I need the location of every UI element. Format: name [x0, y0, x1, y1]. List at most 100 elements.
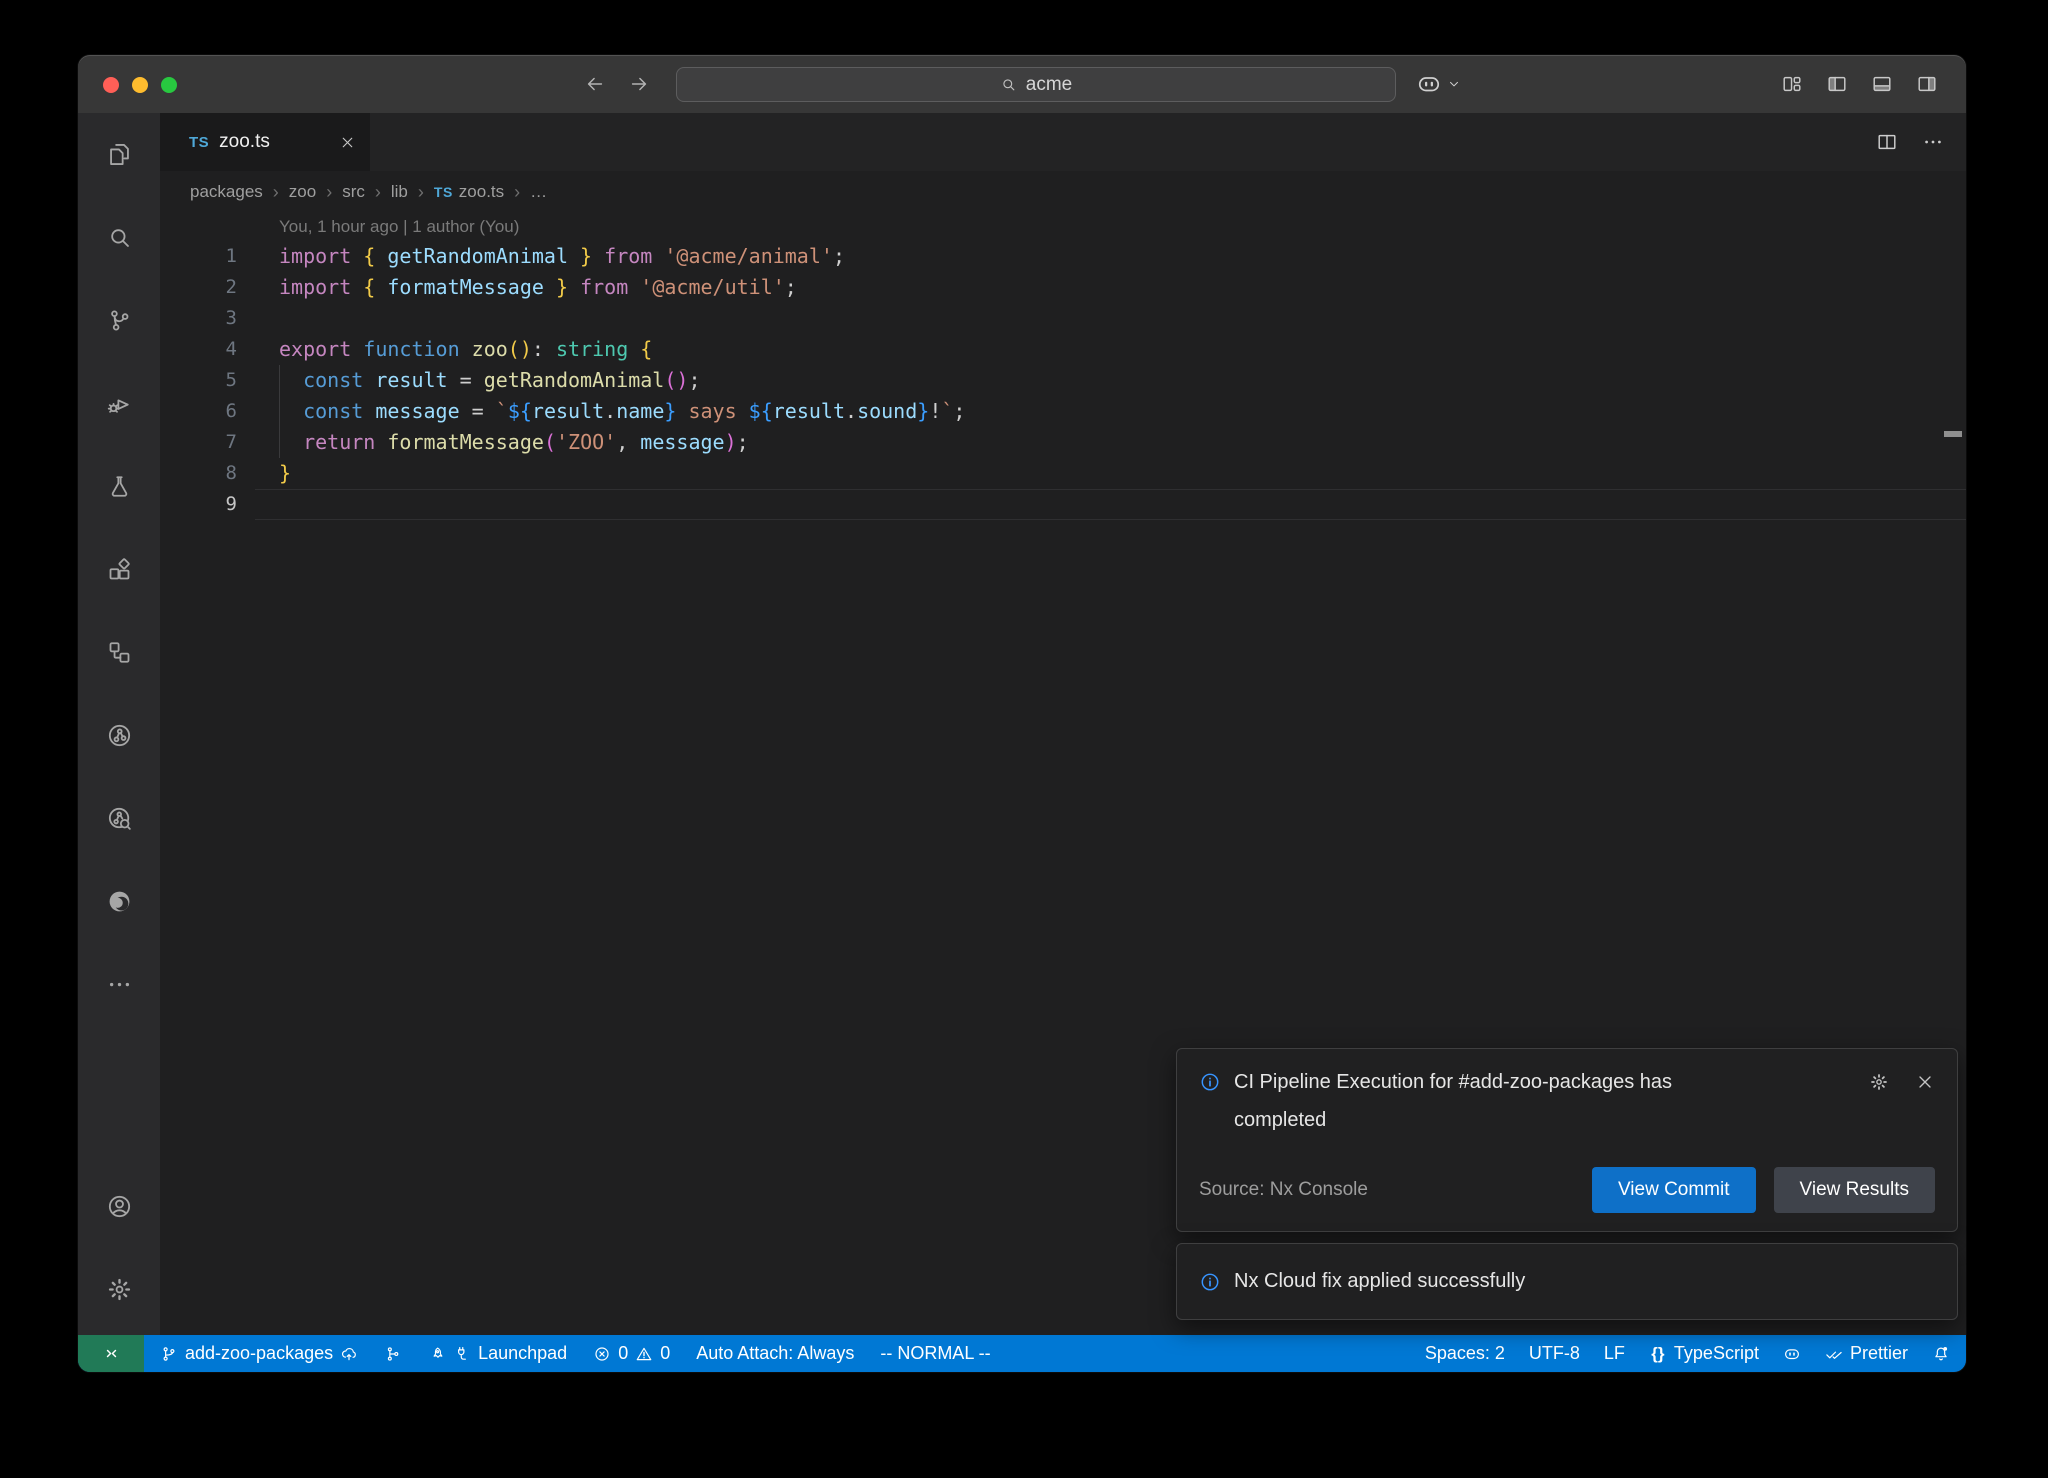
- cloud-upload-icon: [340, 1345, 358, 1363]
- code-token: :: [532, 337, 556, 361]
- close-tab-icon[interactable]: [339, 134, 356, 151]
- status-text: Launchpad: [478, 1343, 567, 1364]
- status-item-problems[interactable]: 00: [593, 1343, 670, 1364]
- minimize-window-button[interactable]: [132, 77, 148, 93]
- status-item-copilot-status[interactable]: [1783, 1345, 1801, 1363]
- status-item-vim-mode[interactable]: -- NORMAL --: [880, 1343, 990, 1364]
- toggle-secondary-sidebar-icon[interactable]: [1916, 73, 1938, 95]
- status-text: add-zoo-packages: [185, 1343, 333, 1364]
- breadcrumb-item-zoots[interactable]: TSzoo.ts: [434, 182, 504, 202]
- breadcrumb-item-lib[interactable]: lib: [391, 182, 408, 202]
- more-actions-icon[interactable]: [1922, 131, 1944, 153]
- remote-indicator[interactable]: [78, 1335, 144, 1372]
- breadcrumb-label: zoo: [289, 182, 316, 202]
- activity-item-more-views[interactable]: [78, 943, 160, 1026]
- code-line-4[interactable]: 4export function zoo(): string {: [160, 334, 1966, 365]
- brackets-icon: {}: [1649, 1345, 1667, 1363]
- activity-item-extensions[interactable]: [78, 528, 160, 611]
- code-token: }: [544, 275, 568, 299]
- status-item-formatter-prettier[interactable]: Prettier: [1825, 1343, 1908, 1364]
- forward-icon[interactable]: [628, 73, 650, 95]
- breadcrumb-item-src[interactable]: src: [342, 182, 365, 202]
- code-token: =: [448, 368, 484, 392]
- status-item-nx-launchpad[interactable]: Launchpad: [428, 1343, 567, 1364]
- status-item-notifications-bell[interactable]: [1932, 1345, 1950, 1363]
- activity-item-accounts[interactable]: [78, 1165, 160, 1248]
- code-token: [279, 368, 303, 392]
- indent-guide: [279, 365, 280, 458]
- toast-source: Source: Nx Console: [1199, 1179, 1368, 1201]
- activity-item-settings[interactable]: [78, 1248, 160, 1331]
- toggle-panel-icon[interactable]: [1871, 73, 1893, 95]
- view-commit-button[interactable]: View Commit: [1592, 1167, 1756, 1213]
- activity-item-nx-console[interactable]: [78, 694, 160, 777]
- split-editor-icon[interactable]: [1876, 131, 1898, 153]
- code-token: ;: [833, 244, 845, 268]
- close-icon[interactable]: [1915, 1072, 1935, 1092]
- line-number[interactable]: 2: [160, 272, 279, 303]
- line-number[interactable]: 7: [160, 427, 279, 458]
- breadcrumb-label: lib: [391, 182, 408, 202]
- code-token: ${: [508, 399, 532, 423]
- activity-item-nx-cloud[interactable]: [78, 777, 160, 860]
- activity-item-edge-tools[interactable]: [78, 860, 160, 943]
- code-line-3[interactable]: 3: [160, 303, 1966, 334]
- code-token: (: [544, 430, 556, 454]
- line-number[interactable]: 8: [160, 458, 279, 489]
- line-number[interactable]: 6: [160, 396, 279, 427]
- close-window-button[interactable]: [103, 77, 119, 93]
- command-center-search[interactable]: acme: [676, 67, 1396, 102]
- status-bar-spacer: [1007, 1335, 1409, 1372]
- line-number[interactable]: 5: [160, 365, 279, 396]
- activity-item-search[interactable]: [78, 196, 160, 279]
- code-token: `: [496, 399, 508, 423]
- code-token: says: [676, 399, 748, 423]
- code-token: name: [616, 399, 664, 423]
- gear-icon[interactable]: [1869, 1072, 1889, 1092]
- status-item-git-branch[interactable]: add-zoo-packages: [160, 1343, 358, 1364]
- line-number[interactable]: 1: [160, 241, 279, 272]
- view-results-button[interactable]: View Results: [1774, 1167, 1935, 1213]
- status-item-auto-attach[interactable]: Auto Attach: Always: [696, 1343, 854, 1364]
- status-item-indentation[interactable]: Spaces: 2: [1425, 1343, 1505, 1364]
- code-line-9[interactable]: 9: [160, 489, 1966, 520]
- toast-message: Nx Cloud fix applied successfully: [1234, 1270, 1525, 1293]
- breadcrumb-item-zoo[interactable]: zoo: [289, 182, 316, 202]
- code-line-2[interactable]: 2import { formatMessage } from '@acme/ut…: [160, 272, 1966, 303]
- activity-item-explorer[interactable]: [78, 113, 160, 196]
- status-item-language-mode[interactable]: {}TypeScript: [1649, 1343, 1759, 1364]
- toast-message: CI Pipeline Execution for #add-zoo-packa…: [1234, 1063, 1734, 1139]
- status-bar-left: add-zoo-packages Launchpad 00 Auto Attach: …: [144, 1335, 1007, 1372]
- activity-item-testing[interactable]: [78, 445, 160, 528]
- settings-icon: [106, 1276, 133, 1303]
- copilot-menu-button[interactable]: [1416, 55, 1461, 113]
- tab-zoo-ts[interactable]: TS zoo.ts: [160, 113, 370, 171]
- breadcrumb-item-packages[interactable]: packages: [190, 182, 263, 202]
- customize-layout-icon[interactable]: [1781, 73, 1803, 95]
- activity-item-source-control[interactable]: [78, 279, 160, 362]
- activity-item-project-explorer[interactable]: [78, 611, 160, 694]
- vscode-window: acme TS zoo.ts: [78, 55, 1966, 1372]
- more-views-icon: [106, 971, 133, 998]
- line-content: [255, 489, 1966, 520]
- status-item-source-control-graph[interactable]: [384, 1345, 402, 1363]
- toggle-primary-sidebar-icon[interactable]: [1826, 73, 1848, 95]
- status-text: Spaces: 2: [1425, 1343, 1505, 1364]
- zoom-window-button[interactable]: [161, 77, 177, 93]
- status-item-eol[interactable]: LF: [1604, 1343, 1625, 1364]
- copilot-icon: [1416, 71, 1442, 97]
- status-item-encoding[interactable]: UTF-8: [1529, 1343, 1580, 1364]
- info-icon: [1199, 1271, 1221, 1293]
- code-token: 'ZOO': [556, 430, 616, 454]
- code-line-8[interactable]: 8}: [160, 458, 1966, 489]
- activity-item-run-and-debug[interactable]: [78, 362, 160, 445]
- breadcrumb-item-[interactable]: …: [530, 182, 547, 202]
- code-line-5[interactable]: 5 const result = getRandomAnimal();: [160, 365, 1966, 396]
- line-number[interactable]: 3: [160, 303, 279, 334]
- back-icon[interactable]: [584, 73, 606, 95]
- line-number[interactable]: 4: [160, 334, 279, 365]
- code-line-7[interactable]: 7 return formatMessage('ZOO', message);: [160, 427, 1966, 458]
- breadcrumb-separator: ›: [375, 182, 381, 203]
- code-line-1[interactable]: 1import { getRandomAnimal } from '@acme/…: [160, 241, 1966, 272]
- code-line-6[interactable]: 6 const message = `${result.name} says $…: [160, 396, 1966, 427]
